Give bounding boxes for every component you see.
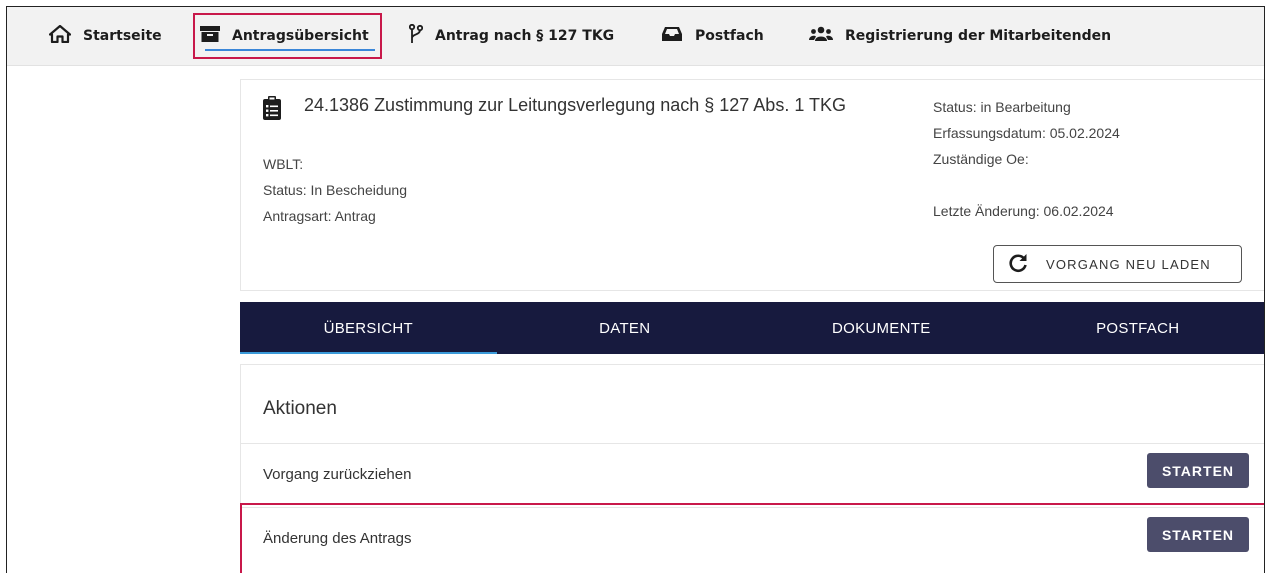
tab-daten[interactable]: DATEN: [497, 302, 754, 354]
reload-case-button[interactable]: VORGANG NEU LADEN: [993, 245, 1242, 283]
refresh-icon: [994, 253, 1046, 276]
tab-postfach[interactable]: POSTFACH: [1010, 302, 1265, 354]
nav-item-postfach[interactable]: Postfach: [661, 21, 764, 51]
actions-panel: Aktionen Vorgang zurückziehen STARTEN Än…: [240, 364, 1264, 573]
actions-title: Aktionen: [263, 398, 337, 419]
case-tabs: ÜBERSICHT DATEN DOKUMENTE POSTFACH: [240, 302, 1265, 354]
case-letzte-aenderung: Letzte Änderung: 06.02.2024: [933, 203, 1114, 219]
clipboard-list-icon: [263, 96, 281, 125]
case-processing-status: Status: in Bearbeitung: [933, 99, 1071, 115]
tab-uebersicht[interactable]: ÜBERSICHT: [240, 302, 497, 354]
case-meta-left: WBLT: Status: In Bescheidung Antragsart:…: [263, 151, 407, 229]
start-withdraw-button[interactable]: STARTEN: [1147, 453, 1249, 488]
top-navigation: Startseite Antragsübersicht Antrag nach …: [7, 7, 1264, 66]
users-icon: [809, 26, 845, 46]
branch-icon: [408, 23, 435, 48]
case-erfassungsdatum: Erfassungsdatum: 05.02.2024: [933, 125, 1120, 141]
nav-label-antragsuebersicht: Antragsübersicht: [232, 28, 369, 44]
tab-dokumente[interactable]: DOKUMENTE: [753, 302, 1010, 354]
case-zustaendige-oe: Zuständige Oe:: [933, 151, 1029, 167]
case-meta-right: Status: in Bearbeitung Erfassungsdatum: …: [933, 94, 1120, 224]
action-label-withdraw: Vorgang zurückziehen: [263, 466, 412, 483]
app-frame: Startseite Antragsübersicht Antrag nach …: [6, 6, 1265, 573]
nav-item-antragsuebersicht[interactable]: Antragsübersicht: [200, 21, 369, 51]
archive-icon: [200, 25, 232, 47]
inbox-icon: [661, 26, 695, 46]
nav-item-registrierung[interactable]: Registrierung der Mitarbeitenden: [809, 21, 1111, 51]
nav-label-postfach: Postfach: [695, 28, 764, 44]
case-status: Status: In Bescheidung: [263, 182, 407, 198]
home-icon: [48, 24, 83, 47]
reload-case-label: VORGANG NEU LADEN: [1046, 256, 1211, 272]
case-wblt: WBLT:: [263, 156, 304, 172]
nav-item-startseite[interactable]: Startseite: [48, 21, 162, 51]
nav-label-antrag-127: Antrag nach § 127 TKG: [435, 28, 615, 44]
action-row-amend: Änderung des Antrags STARTEN: [241, 507, 1264, 571]
nav-label-startseite: Startseite: [83, 28, 162, 44]
action-label-amend: Änderung des Antrags: [263, 530, 412, 547]
action-row-withdraw: Vorgang zurückziehen STARTEN: [241, 443, 1264, 507]
case-title: 24.1386 Zustimmung zur Leitungsverlegung…: [304, 95, 847, 115]
start-amend-button[interactable]: STARTEN: [1147, 517, 1249, 552]
nav-item-antrag-127[interactable]: Antrag nach § 127 TKG: [408, 21, 615, 51]
case-antragsart: Antragsart: Antrag: [263, 208, 376, 224]
case-meta-spacer: [933, 172, 1120, 198]
case-header-card: 24.1386 Zustimmung zur Leitungsverlegung…: [240, 79, 1264, 291]
nav-label-registrierung: Registrierung der Mitarbeitenden: [845, 28, 1112, 44]
